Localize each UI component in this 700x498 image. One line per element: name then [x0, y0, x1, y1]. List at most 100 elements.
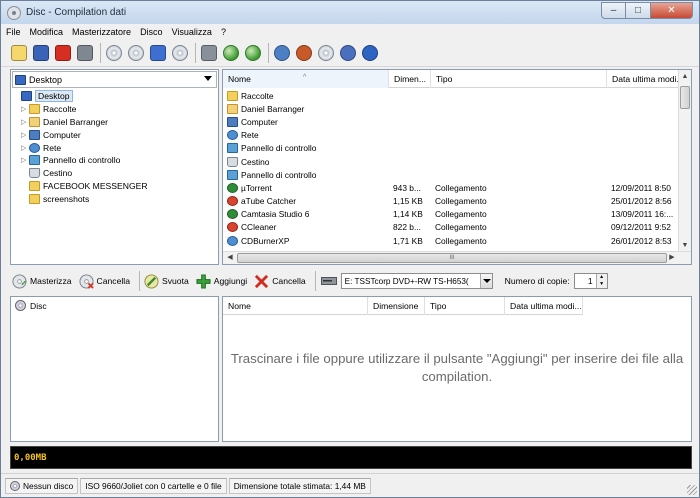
table-row[interactable]: Rete — [223, 129, 678, 142]
table-row[interactable]: µTorrent 943 b... Collegamento 12/09/2011 8… — [223, 181, 678, 194]
cell-name: Computer — [223, 116, 389, 127]
menu-file[interactable]: File — [6, 27, 21, 37]
file-name: CCleaner — [241, 222, 277, 233]
tree-item[interactable]: ▷ Daniel Barranger — [13, 116, 217, 129]
file-name: Pannello di controllo — [241, 169, 317, 180]
vertical-scrollbar[interactable]: ▲ ▼ — [678, 70, 691, 253]
cell-date: 26/01/2012 8:53 — [611, 235, 672, 246]
search-disc-button[interactable] — [316, 43, 336, 63]
disc-node[interactable]: Disc — [15, 300, 47, 311]
burn-button-label: Masterizza — [30, 276, 72, 286]
minimize-button[interactable]: – — [601, 2, 626, 19]
location-combo[interactable]: Desktop — [12, 71, 217, 88]
table-row[interactable]: Pannello di controllo — [223, 142, 678, 155]
tree-item[interactable]: ▷ Raccolte — [13, 103, 217, 116]
column-dimensione[interactable]: Dimensione — [368, 297, 425, 315]
settings-gear-icon — [274, 45, 290, 61]
delete-button[interactable] — [53, 43, 73, 63]
table-row[interactable]: Camtasia Studio 6 1,14 KB Collegamento 13/0… — [223, 208, 678, 221]
new-project-icon — [11, 45, 27, 61]
menu-disco[interactable]: Disco — [140, 27, 163, 37]
burn-disc-icon — [106, 45, 122, 61]
expand-arrow-icon[interactable]: ▷ — [21, 105, 29, 113]
column-dimensione[interactable]: Dimen... — [389, 70, 431, 88]
chevron-down-icon[interactable] — [479, 274, 492, 288]
print-icon — [77, 45, 93, 61]
scroll-right-icon[interactable]: ▶ — [666, 252, 678, 264]
chevron-down-icon[interactable] — [204, 76, 212, 81]
save-button[interactable] — [31, 43, 51, 63]
globe-green-2-button[interactable] — [243, 43, 263, 63]
tree-item[interactable]: FACEBOOK MESSENGER — [13, 180, 217, 193]
burn-button[interactable]: Masterizza — [11, 271, 75, 291]
copies-stepper[interactable]: 1 ▲ ▼ — [573, 273, 608, 289]
tree-item[interactable]: Desktop — [13, 90, 217, 103]
add-button-label: Aggiungi — [213, 276, 248, 286]
table-row[interactable]: Daniel Barranger — [223, 102, 678, 115]
table-row[interactable]: Pannello di controllo — [223, 168, 678, 181]
tools-button[interactable] — [294, 43, 314, 63]
tree-item[interactable]: Cestino — [13, 167, 217, 180]
globe-green-button[interactable] — [221, 43, 241, 63]
drive-select[interactable]: E: TSSTcorp DVD+-RW TS-H653( — [340, 273, 493, 289]
menu-help[interactable]: ? — [221, 27, 226, 37]
add-files-button[interactable]: Aggiungi — [195, 271, 250, 291]
column-tipo[interactable]: Tipo — [431, 70, 607, 88]
scroll-up-icon[interactable]: ▲ — [679, 71, 691, 83]
disc-info-button[interactable] — [170, 43, 190, 63]
table-row[interactable]: CDBurnerXP 1,71 KB Collegamento 26/01/2012 … — [223, 234, 678, 247]
table-row[interactable]: aTube Catcher 1,15 KB Collegamento 25/01/20… — [223, 195, 678, 208]
print-button[interactable] — [75, 43, 95, 63]
column-data[interactable]: Data ultima modi... — [607, 70, 678, 88]
table-row[interactable]: Cestino — [223, 155, 678, 168]
scroll-left-icon[interactable]: ◀ — [224, 252, 236, 264]
expand-arrow-icon[interactable]: ▷ — [21, 118, 29, 126]
location-combo-value: Desktop — [29, 74, 63, 85]
menu-visualizza[interactable]: Visualizza — [172, 27, 212, 37]
menu-masterizzatore[interactable]: Masterizzatore — [72, 27, 131, 37]
file-icon — [227, 90, 238, 101]
horizontal-scroll-thumb[interactable]: III — [237, 253, 667, 263]
status-disc-text: Nessun disco — [23, 480, 74, 491]
column-data[interactable]: Data ultima modi... — [505, 297, 583, 315]
cell-date: 25/01/2012 8:56 — [611, 196, 672, 207]
menu-modifica[interactable]: Modifica — [30, 27, 64, 37]
empty-compilation-button[interactable]: Svuota — [143, 271, 192, 291]
tree-item[interactable]: ▷ Computer — [13, 128, 217, 141]
remove-files-button[interactable]: Cancella — [253, 271, 308, 291]
table-row[interactable]: Raccolte — [223, 89, 678, 102]
disc-node-label: Disc — [30, 300, 47, 311]
erase-disc-button[interactable]: Cancella — [78, 271, 133, 291]
blue-square-button[interactable] — [148, 43, 168, 63]
table-row[interactable]: CCleaner 822 b... Collegamento 09/12/2011 9… — [223, 221, 678, 234]
column-nome[interactable]: Nome — [223, 297, 368, 315]
remove-x-icon — [255, 274, 269, 288]
expand-arrow-icon[interactable]: ▷ — [21, 131, 29, 139]
column-nome[interactable]: Nome ^ — [223, 70, 389, 88]
cell-date: 09/12/2011 9:52 — [611, 222, 671, 233]
cell-type: Collegamento — [435, 182, 487, 193]
vertical-scroll-thumb[interactable] — [680, 86, 690, 109]
maximize-button[interactable]: □ — [626, 2, 651, 19]
horizontal-scrollbar[interactable]: ◀ III ▶ — [223, 251, 691, 264]
new-project-button[interactable] — [9, 43, 29, 63]
title-bar[interactable]: Disc - Compilation dati – □ ✕ — [1, 1, 699, 24]
expand-arrow-icon[interactable]: ▷ — [21, 156, 29, 164]
burn-disc-button[interactable] — [104, 43, 124, 63]
tree-item[interactable]: screenshots — [13, 192, 217, 205]
table-row[interactable]: Computer — [223, 115, 678, 128]
column-tipo[interactable]: Tipo — [425, 297, 505, 315]
stepper-arrows-icon[interactable]: ▲ ▼ — [595, 274, 607, 288]
erase-disc-button[interactable] — [126, 43, 146, 63]
close-button[interactable]: ✕ — [651, 2, 693, 19]
settings-gear-button[interactable] — [272, 43, 292, 63]
tree-item[interactable]: ▷ Pannello di controllo — [13, 154, 217, 167]
expand-arrow-icon[interactable]: ▷ — [21, 144, 29, 152]
tree-item[interactable]: ▷ Rete — [13, 141, 217, 154]
cell-name: CCleaner — [223, 222, 389, 233]
resize-grip[interactable] — [687, 485, 697, 495]
drive-button[interactable] — [199, 43, 219, 63]
help-button[interactable] — [338, 43, 358, 63]
info-button[interactable] — [360, 43, 380, 63]
tree-item-label: screenshots — [43, 193, 90, 204]
